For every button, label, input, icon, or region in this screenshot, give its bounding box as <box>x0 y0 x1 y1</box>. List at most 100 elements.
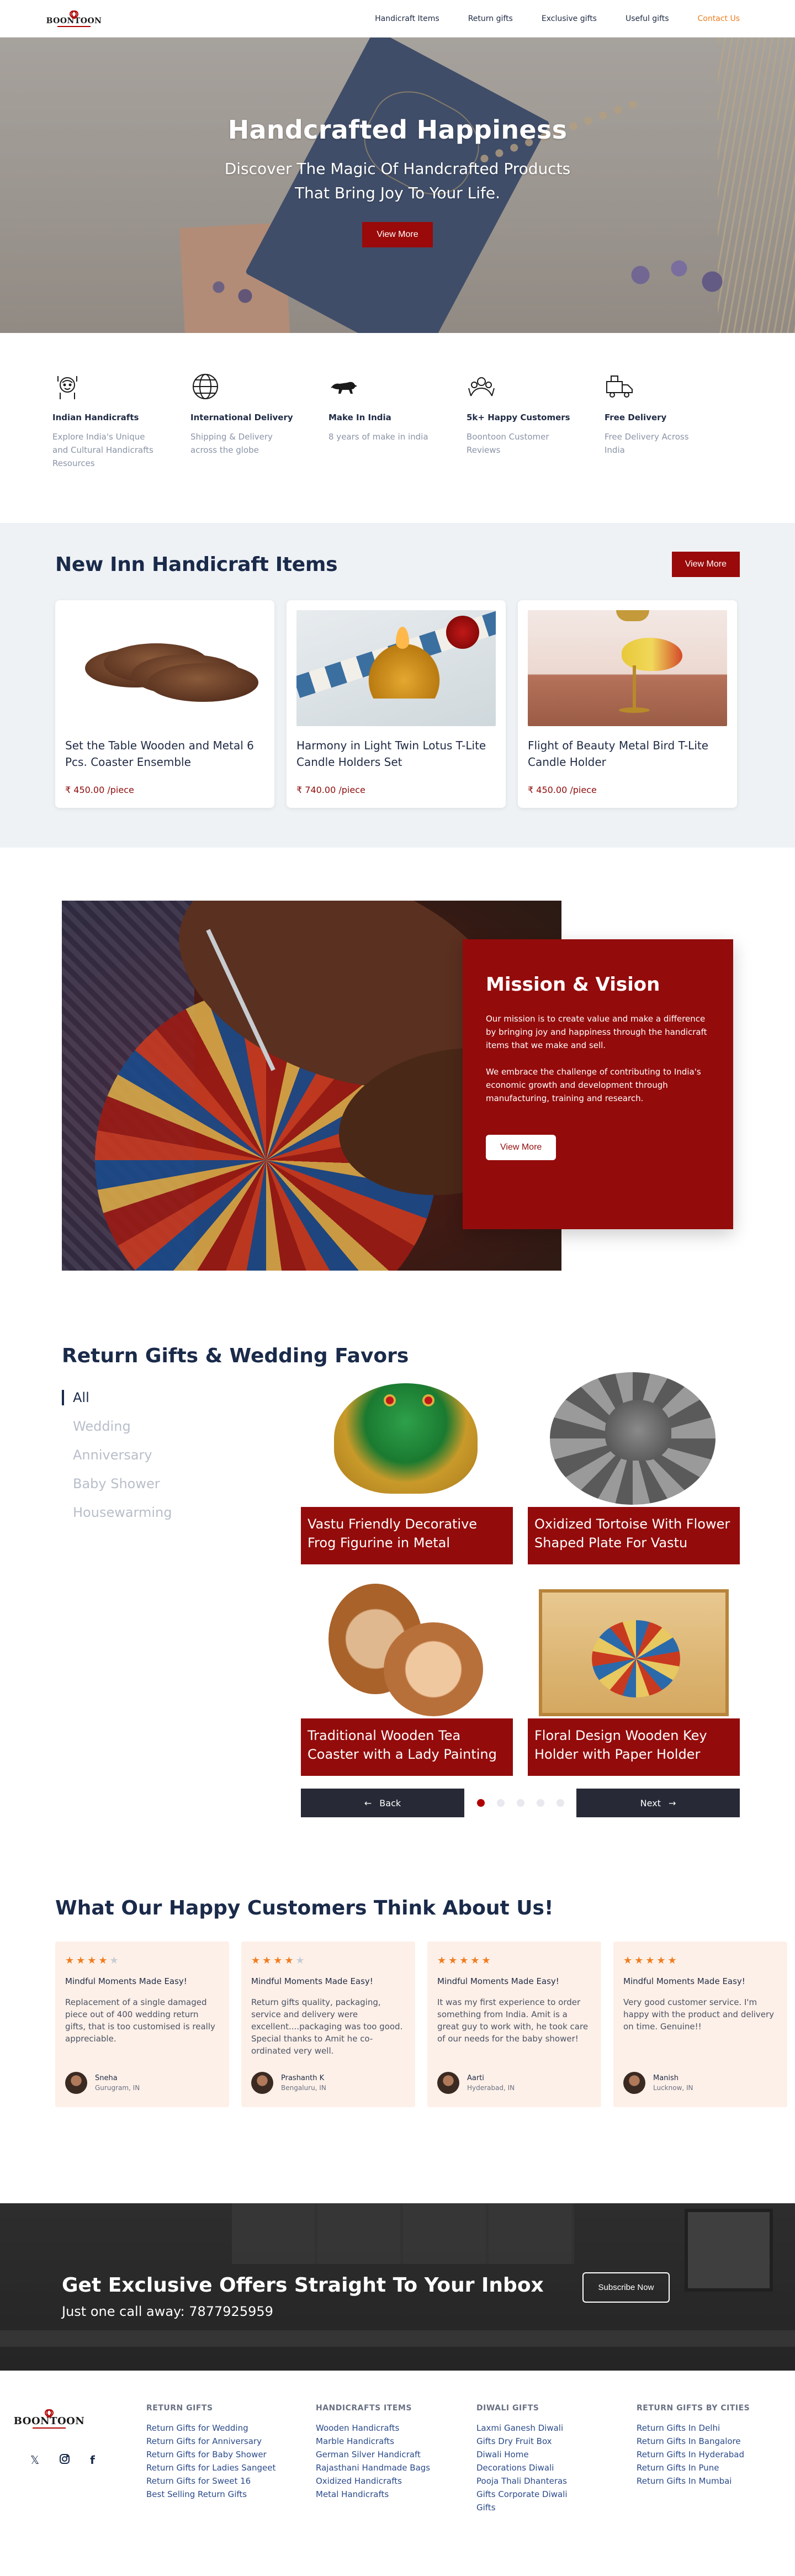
author-location: Hyderabad, IN <box>467 2084 515 2092</box>
x-icon[interactable]: 𝕏 <box>30 2453 39 2467</box>
footer-link[interactable]: Return Gifts In Mumbai <box>637 2474 750 2488</box>
carousel-controls: ← Back Next → <box>301 1789 740 1817</box>
product-title: Flight of Beauty Metal Bird T-Lite Candl… <box>528 739 709 769</box>
footer-column-diwali-gifts: DIWALI GIFTS Laxmi Ganesh Diwali Gifts D… <box>476 2404 568 2514</box>
gift-label: Oxidized Tortoise With Flower Shaped Pla… <box>528 1507 740 1564</box>
back-button[interactable]: ← Back <box>301 1789 464 1817</box>
author-location: Lucknow, IN <box>653 2084 693 2092</box>
nav-link-useful-gifts[interactable]: Useful gifts <box>626 14 669 23</box>
nav-link-contact-us[interactable]: Contact Us <box>698 14 740 23</box>
nav-link-handicraft-items[interactable]: Handicraft Items <box>375 14 439 23</box>
product-title: Harmony in Light Twin Lotus T-Lite Candl… <box>296 739 486 769</box>
feature-item: Free Delivery Free Delivery Across India <box>605 372 743 523</box>
product-card[interactable]: Set the Table Wooden and Metal 6 Pcs. Co… <box>55 600 274 808</box>
footer-link[interactable]: Best Selling Return Gifts <box>146 2488 275 2501</box>
footer-link[interactable]: Rajasthani Handmade Bags <box>316 2461 430 2474</box>
footer-link[interactable]: Return Gifts for Baby Shower <box>146 2448 275 2461</box>
footer-column-title: RETURN GIFTS BY CITIES <box>637 2404 750 2413</box>
features-strip: Indian Handicrafts Explore India's Uniqu… <box>0 333 795 523</box>
instagram-icon[interactable] <box>59 2453 70 2467</box>
footer-link[interactable]: Return Gifts for Anniversary <box>146 2435 275 2448</box>
new-inn-view-more-button[interactable]: View More <box>671 552 740 577</box>
footer-link[interactable]: Return Gifts for Wedding <box>146 2421 275 2435</box>
carousel-dots <box>476 1799 564 1807</box>
footer-link[interactable]: Return Gifts In Bangalore <box>637 2435 750 2448</box>
gift-card[interactable]: Traditional Wooden Tea Coaster with a La… <box>301 1578 513 1776</box>
footer-link[interactable]: Metal Handicrafts <box>316 2488 430 2501</box>
tab-wedding[interactable]: Wedding <box>62 1419 172 1434</box>
footer-link[interactable]: Gifts Corporate Diwali <box>476 2488 568 2501</box>
footer-link[interactable]: Return Gifts In Hyderabad <box>637 2448 750 2461</box>
logo-heart-icon <box>45 2409 54 2415</box>
tab-baby-shower[interactable]: Baby Shower <box>62 1476 172 1491</box>
carousel-dot[interactable] <box>496 1799 505 1807</box>
gift-card[interactable]: Floral Design Wooden Key Holder with Pap… <box>528 1578 740 1776</box>
new-inn-section: New Inn Handicraft Items View More Set t… <box>0 523 795 848</box>
hero-banner: Handcrafted Happiness Discover The Magic… <box>0 38 795 333</box>
tab-anniversary[interactable]: Anniversary <box>62 1447 172 1463</box>
tab-housewarming[interactable]: Housewarming <box>62 1505 172 1520</box>
next-button[interactable]: Next → <box>576 1789 740 1817</box>
newsletter-banner: Get Exclusive Offers Straight To Your In… <box>0 2203 795 2371</box>
subscribe-button[interactable]: Subscribe Now <box>582 2272 670 2303</box>
footer-link[interactable]: Return Gifts In Delhi <box>637 2421 750 2435</box>
footer-link[interactable]: Wooden Handicrafts <box>316 2421 430 2435</box>
footer-link[interactable]: Return Gifts for Ladies Sangeet <box>146 2461 275 2474</box>
testimonial-card: ★★★★★ Mindful Moments Made Easy! Replace… <box>55 1942 229 2107</box>
avatar <box>623 2072 645 2094</box>
footer-column-title: RETURN GIFTS <box>146 2404 213 2413</box>
product-price: ₹ 450.00 /piece <box>65 785 134 795</box>
footer-link[interactable]: German Silver Handicraft <box>316 2448 430 2461</box>
product-price: ₹ 450.00 /piece <box>528 785 597 795</box>
tab-all[interactable]: All <box>62 1390 172 1405</box>
feature-item: 5k+ Happy Customers Boontoon Customer Re… <box>467 372 605 523</box>
hero-view-more-button[interactable]: View More <box>362 222 433 247</box>
footer-link[interactable]: Marble Handicrafts <box>316 2435 430 2448</box>
top-nav: BOONTOON Handicraft Items Return gifts E… <box>0 0 795 38</box>
carousel-dot[interactable] <box>516 1799 524 1807</box>
nav-links: Handicraft Items Return gifts Exclusive … <box>375 14 740 23</box>
gift-label: Floral Design Wooden Key Holder with Pap… <box>528 1718 740 1776</box>
feature-title: Free Delivery <box>605 412 667 422</box>
footer-link[interactable]: Gifts <box>476 2501 568 2514</box>
star-rating: ★★★★★ <box>251 1955 307 1966</box>
carousel-dot[interactable] <box>536 1799 544 1807</box>
footer-link[interactable]: Return Gifts for Sweet 16 <box>146 2474 275 2488</box>
footer-column-return-gifts: RETURN GIFTS Return Gifts for Wedding Re… <box>146 2404 275 2501</box>
footer-link[interactable]: Diwali Home <box>476 2448 568 2461</box>
testimonial-text: Return gifts quality, packaging, service… <box>251 1997 403 2056</box>
social-links: 𝕏 f <box>30 2453 95 2467</box>
carousel-dot[interactable] <box>476 1799 485 1807</box>
footer-link[interactable]: Laxmi Ganesh Diwali <box>476 2421 568 2435</box>
carousel-dot[interactable] <box>556 1799 564 1807</box>
product-card[interactable]: Flight of Beauty Metal Bird T-Lite Candl… <box>518 600 737 808</box>
footer-column-gifts-by-cities: RETURN GIFTS BY CITIES Return Gifts In D… <box>637 2404 750 2488</box>
gift-card[interactable]: Vastu Friendly Decorative Frog Figurine … <box>301 1367 513 1564</box>
author-location: Gurugram, IN <box>95 2084 140 2092</box>
gift-card[interactable]: Oxidized Tortoise With Flower Shaped Pla… <box>528 1367 740 1564</box>
nav-link-exclusive-gifts[interactable]: Exclusive gifts <box>542 14 597 23</box>
hero-content: Handcrafted Happiness Discover The Magic… <box>0 115 795 247</box>
star-rating: ★★★★★ <box>623 1955 679 1966</box>
product-card[interactable]: Harmony in Light Twin Lotus T-Lite Candl… <box>287 600 506 808</box>
footer-logo[interactable]: BOONTOON <box>14 2409 84 2429</box>
testimonial-heading: Mindful Moments Made Easy! <box>623 1976 745 1986</box>
logo-heart-icon <box>70 10 78 16</box>
footer-link[interactable]: Decorations Diwali <box>476 2461 568 2474</box>
footer-link[interactable]: Oxidized Handicrafts <box>316 2474 430 2488</box>
feature-item: Indian Handicrafts Explore India's Uniqu… <box>52 372 190 523</box>
nav-link-return-gifts[interactable]: Return gifts <box>468 14 513 23</box>
footer: BOONTOON 𝕏 f RETURN GIFTS Return Gifts f… <box>0 2371 795 2532</box>
happy-customers-icon <box>467 372 496 401</box>
hero-title: Handcrafted Happiness <box>227 115 568 145</box>
footer-link[interactable]: Gifts Dry Fruit Box <box>476 2435 568 2448</box>
product-image <box>528 610 727 726</box>
facebook-icon[interactable]: f <box>90 2453 95 2467</box>
footer-link[interactable]: Return Gifts In Pune <box>637 2461 750 2474</box>
footer-column-title: DIWALI GIFTS <box>476 2404 539 2413</box>
mission-view-more-button[interactable]: View More <box>486 1135 556 1160</box>
footer-link[interactable]: Pooja Thali Dhanteras <box>476 2474 568 2488</box>
gift-image <box>528 1367 740 1507</box>
brand-logo[interactable]: BOONTOON <box>46 10 102 27</box>
testimonial-card: ★★★★★ Mindful Moments Made Easy! It was … <box>427 1942 601 2107</box>
